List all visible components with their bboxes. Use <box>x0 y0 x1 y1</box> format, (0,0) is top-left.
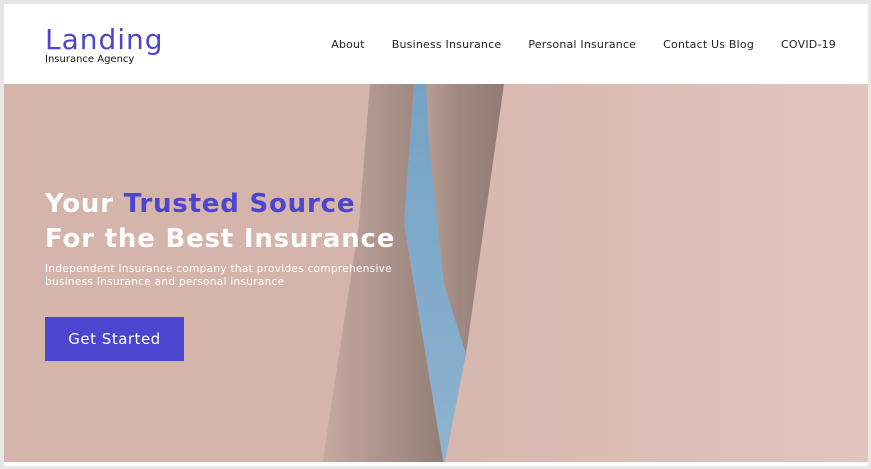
main-nav: About Business Insurance Personal Insura… <box>331 38 836 51</box>
hero-section: Your Trusted Source For the Best Insuran… <box>4 84 868 466</box>
hero-subtext: Independent Insurance company that provi… <box>45 263 392 288</box>
hero-headline: Your Trusted Source For the Best Insuran… <box>45 187 415 257</box>
logo-title: Landing <box>45 23 164 56</box>
logo-subtitle: Insurance Agency <box>45 54 135 65</box>
nav-personal-insurance[interactable]: Personal Insurance <box>528 38 636 51</box>
nav-business-insurance[interactable]: Business Insurance <box>392 38 502 51</box>
headline-accent: Trusted Source <box>123 189 356 219</box>
headline-line2: For the Best Insurance <box>45 224 396 254</box>
nav-covid-19[interactable]: COVID-19 <box>781 38 836 51</box>
nav-contact-us-blog[interactable]: Contact Us Blog <box>663 38 754 51</box>
nav-about[interactable]: About <box>331 38 365 51</box>
headline-prefix: Your <box>45 189 124 219</box>
site-logo[interactable]: Landing Insurance Agency <box>45 25 164 65</box>
browser-viewport: Landing Insurance Agency About Business … <box>4 4 868 466</box>
site-header: Landing Insurance Agency About Business … <box>4 4 868 84</box>
get-started-button[interactable]: Get Started <box>45 317 184 361</box>
hero-text-block: Your Trusted Source For the Best Insuran… <box>45 187 415 289</box>
page-bottom-edge <box>4 462 868 466</box>
